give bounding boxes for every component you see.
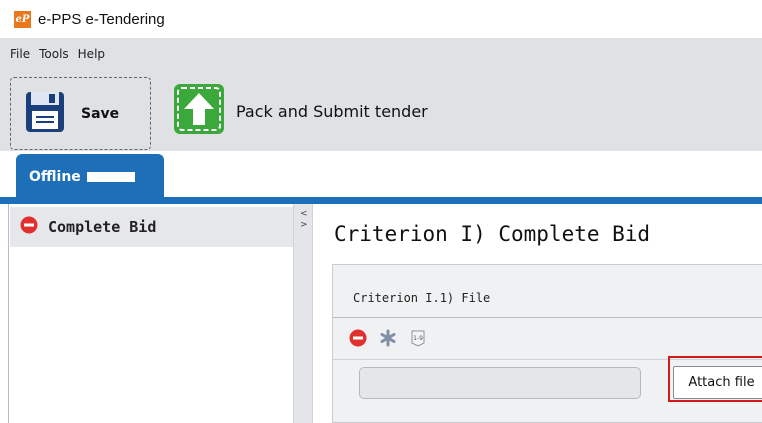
save-label: Save	[81, 105, 120, 122]
tab-offline[interactable]: Offline	[16, 154, 164, 199]
menu-file[interactable]: File	[10, 47, 30, 61]
pack-and-submit-label: Pack and Submit tender	[236, 101, 428, 121]
tree-item-label: Complete Bid	[48, 218, 157, 236]
page-title: Criterion I) Complete Bid	[334, 222, 651, 246]
pane-splitter[interactable]: < >	[293, 204, 313, 423]
menu-bar: File Tools Help	[0, 38, 762, 69]
toolbar: Save Pack and Submit tender	[0, 69, 762, 151]
tab-underline	[0, 197, 762, 204]
status-icon-row: 1-9	[349, 329, 439, 351]
pack-and-submit-button[interactable]: Pack and Submit tender	[172, 81, 428, 141]
navigation-tree: Complete Bid	[8, 204, 294, 423]
collapse-left-icon[interactable]: <	[300, 210, 308, 219]
tree-item-complete-bid[interactable]: Complete Bid	[10, 207, 294, 247]
svg-text:1-9: 1-9	[413, 335, 423, 342]
criterion-subtitle: Criterion I.1) File	[353, 291, 491, 305]
highlight-annotation	[668, 356, 762, 402]
range-counter-icon: 1-9	[409, 329, 427, 351]
criterion-file-panel: Criterion I.1) File 1-9 Attach file	[332, 264, 762, 423]
tab-offline-label: Offline	[29, 168, 81, 185]
save-button[interactable]: Save	[10, 77, 151, 150]
error-circle-icon	[349, 329, 367, 351]
divider	[333, 317, 762, 318]
title-bar: eP e-PPS e-Tendering	[0, 0, 762, 38]
floppy-disk-icon	[23, 90, 67, 138]
upload-arrow-icon	[172, 82, 226, 140]
tab-strip: Offline	[0, 151, 762, 199]
expand-right-icon[interactable]: >	[300, 221, 308, 230]
error-circle-icon	[20, 216, 38, 238]
file-path-field[interactable]	[359, 367, 641, 399]
window-title: e-PPS e-Tendering	[38, 10, 165, 28]
asterisk-required-icon	[379, 329, 397, 351]
criterion-pane: Criterion I) Complete Bid Criterion I.1)…	[313, 204, 762, 423]
menu-help[interactable]: Help	[78, 47, 105, 61]
app-logo-icon: eP	[14, 10, 31, 28]
tab-status-indicator	[86, 171, 135, 182]
menu-tools[interactable]: Tools	[39, 47, 69, 61]
